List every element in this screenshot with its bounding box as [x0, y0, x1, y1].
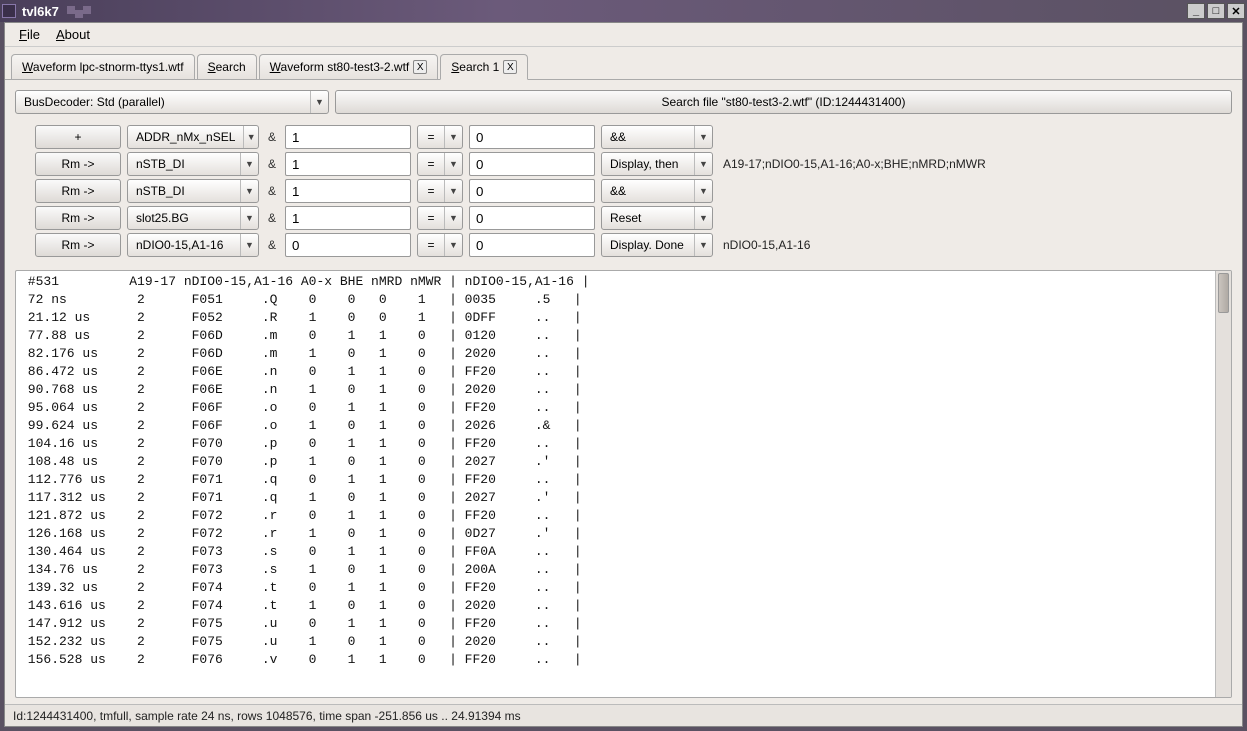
value2-input[interactable] [469, 233, 595, 257]
chevron-down-icon[interactable]: ▼ [694, 126, 712, 148]
value1-input[interactable] [285, 125, 411, 149]
chevron-down-icon[interactable]: ▼ [243, 126, 258, 148]
chevron-down-icon[interactable]: ▼ [310, 91, 328, 113]
chevron-down-icon[interactable]: ▼ [694, 207, 712, 229]
value2-input[interactable] [469, 179, 595, 203]
op-combo[interactable]: =▼ [417, 206, 463, 230]
value2-input[interactable] [469, 152, 595, 176]
chevron-down-icon[interactable]: ▼ [240, 207, 258, 229]
chevron-down-icon[interactable]: ▼ [694, 153, 712, 175]
app-icon [2, 4, 16, 18]
tab-label: Search 1 [451, 60, 499, 74]
action-combo[interactable]: &&▼ [601, 125, 713, 149]
row-button[interactable]: Rm -> [35, 152, 121, 176]
close-button[interactable]: ✕ [1227, 3, 1245, 19]
chevron-down-icon[interactable]: ▼ [444, 207, 462, 229]
signal-combo[interactable]: ADDR_nMx_nSEL▼ [127, 125, 259, 149]
tab-label: Waveform st80-test3-2.wtf [270, 60, 410, 74]
maximize-button[interactable]: □ [1207, 3, 1225, 19]
tab-label: Waveform lpc-stnorm-ttys1.wtf [22, 60, 184, 74]
chevron-down-icon[interactable]: ▼ [694, 180, 712, 202]
search-file-button[interactable]: Search file "st80-test3-2.wtf" (ID:12444… [335, 90, 1232, 114]
row-button[interactable]: + [35, 125, 121, 149]
filter-row-1: Rm ->nSTB_DI▼& =▼ Display, then▼ A19-17;nDI… [35, 152, 1232, 176]
decoder-combo[interactable]: BusDecoder: Std (parallel) ▼ [15, 90, 329, 114]
amp-label: & [265, 211, 279, 225]
tab-close-icon[interactable]: X [503, 60, 517, 74]
value2-input[interactable] [469, 125, 595, 149]
minimize-button[interactable]: _ [1187, 3, 1205, 19]
row-button[interactable]: Rm -> [35, 206, 121, 230]
titlebar-decoration [67, 4, 91, 18]
op-combo[interactable]: =▼ [417, 179, 463, 203]
chevron-down-icon[interactable]: ▼ [444, 126, 462, 148]
chevron-down-icon[interactable]: ▼ [694, 234, 712, 256]
tab-1[interactable]: Search [197, 54, 257, 79]
tabbar: Waveform lpc-stnorm-ttys1.wtf Search Wavef… [5, 47, 1242, 80]
chevron-down-icon[interactable]: ▼ [240, 234, 258, 256]
vertical-scrollbar[interactable] [1215, 271, 1231, 697]
filter-row-4: Rm ->nDIO0-15,A1-16▼&=▼Display. Done▼nDI… [35, 233, 1232, 257]
value1-input[interactable] [285, 206, 411, 230]
chevron-down-icon[interactable]: ▼ [240, 153, 258, 175]
statusbar: Id:1244431400, tmfull, sample rate 24 ns… [5, 704, 1242, 726]
window-title: tvl6k7 [22, 4, 59, 19]
signal-combo[interactable]: nSTB_DI▼ [127, 152, 259, 176]
menu-about[interactable]: About [48, 25, 98, 44]
value1-input[interactable] [285, 179, 411, 203]
search-file-label: Search file "st80-test3-2.wtf" (ID:12444… [662, 95, 906, 109]
statusbar-text: Id:1244431400, tmfull, sample rate 24 ns… [13, 709, 521, 723]
chevron-down-icon[interactable]: ▼ [240, 180, 258, 202]
amp-label: & [265, 157, 279, 171]
row-button[interactable]: Rm -> [35, 179, 121, 203]
signal-combo[interactable]: nSTB_DI▼ [127, 179, 259, 203]
tab-0[interactable]: Waveform lpc-stnorm-ttys1.wtf [11, 54, 195, 79]
trail-label: A19-17;nDIO0-15,A1-16;A0-x;BHE;nMRD;nMWR [719, 157, 986, 171]
chevron-down-icon[interactable]: ▼ [444, 234, 462, 256]
action-combo[interactable]: &&▼ [601, 179, 713, 203]
action-combo[interactable]: Display. Done▼ [601, 233, 713, 257]
tab-label: Search [208, 60, 246, 74]
op-combo[interactable]: =▼ [417, 233, 463, 257]
results-pane[interactable]: #531 A19-17 nDIO0-15,A1-16 A0-x BHE nMRD… [16, 271, 1215, 697]
value2-input[interactable] [469, 206, 595, 230]
value1-input[interactable] [285, 233, 411, 257]
amp-label: & [265, 238, 279, 252]
tab-2[interactable]: Waveform st80-test3-2.wtfX [259, 54, 439, 79]
signal-combo[interactable]: slot25.BG▼ [127, 206, 259, 230]
menu-file[interactable]: File [11, 25, 48, 44]
tab-3[interactable]: Search 1 X [440, 54, 528, 80]
filter-row-2: Rm ->nSTB_DI▼& =▼ &&▼ [35, 179, 1232, 203]
trail-label: nDIO0-15,A1-16 [719, 238, 810, 252]
filter-row-0: +ADDR_nMx_nSEL▼& =▼ &&▼ [35, 125, 1232, 149]
action-combo[interactable]: Reset▼ [601, 206, 713, 230]
scrollbar-thumb[interactable] [1218, 273, 1229, 313]
chevron-down-icon[interactable]: ▼ [444, 153, 462, 175]
menubar: File About [5, 23, 1242, 47]
signal-combo[interactable]: nDIO0-15,A1-16▼ [127, 233, 259, 257]
amp-label: & [265, 130, 279, 144]
titlebar: tvl6k7 _ □ ✕ [0, 0, 1247, 22]
row-button[interactable]: Rm -> [35, 233, 121, 257]
op-combo[interactable]: =▼ [417, 152, 463, 176]
amp-label: & [265, 184, 279, 198]
chevron-down-icon[interactable]: ▼ [444, 180, 462, 202]
filter-row-3: Rm ->slot25.BG▼& =▼ Reset▼ [35, 206, 1232, 230]
action-combo[interactable]: Display, then▼ [601, 152, 713, 176]
value1-input[interactable] [285, 152, 411, 176]
tab-close-icon[interactable]: X [413, 60, 427, 74]
op-combo[interactable]: =▼ [417, 125, 463, 149]
decoder-label: BusDecoder: Std (parallel) [16, 95, 310, 109]
